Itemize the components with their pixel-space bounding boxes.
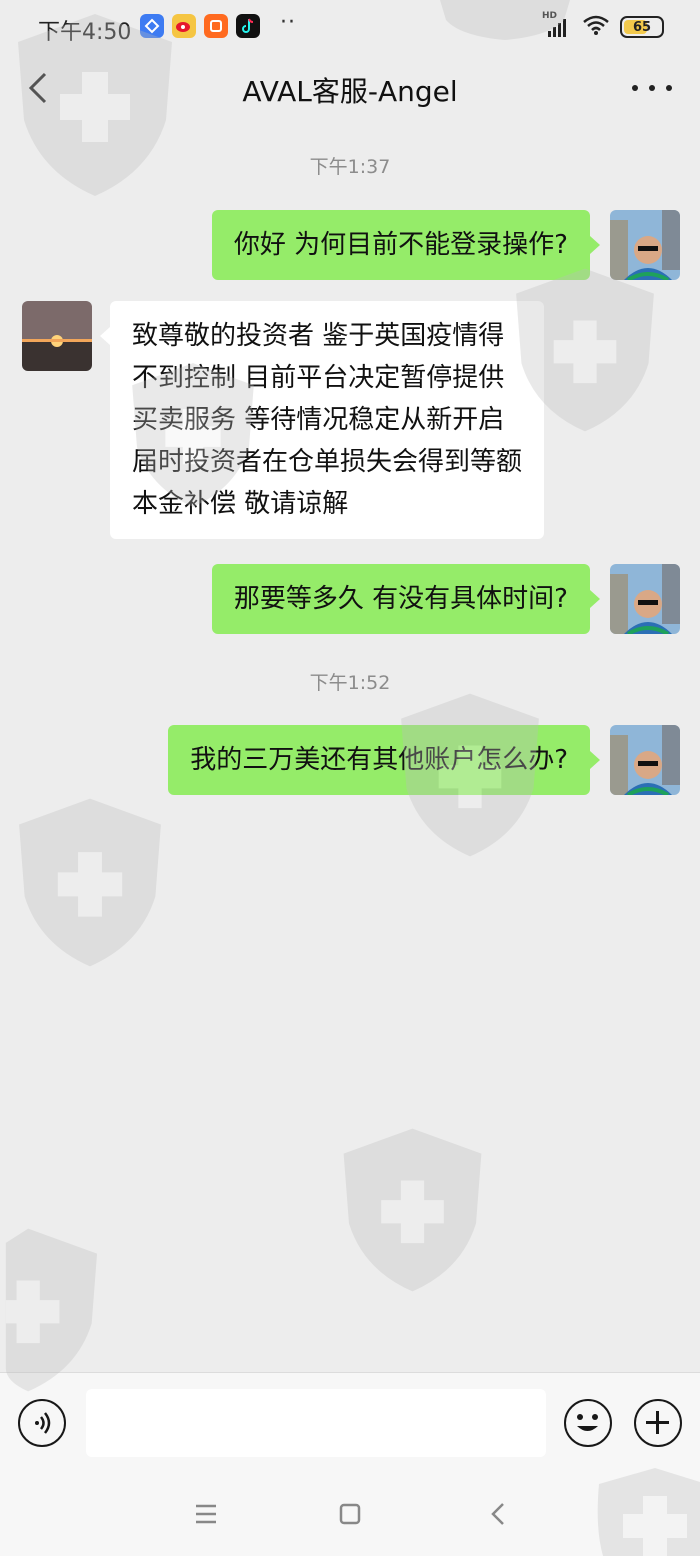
message-text: 那要等多久 有没有具体时间? <box>233 584 568 614</box>
timestamp: 下午1:37 <box>309 156 391 178</box>
bubble-tail <box>590 751 600 769</box>
plus-icon <box>646 1411 669 1434</box>
chat-header: AVAL客服-Angel <box>0 56 700 124</box>
message-line: 买卖服务 等待情况稳定从新开启 <box>132 405 505 435</box>
bubble-tail <box>590 236 600 254</box>
emoji-button[interactable] <box>564 1399 612 1447</box>
sent-message-bubble[interactable]: 我的三万美还有其他账户怎么办? <box>168 725 590 795</box>
sent-message-bubble[interactable]: 那要等多久 有没有具体时间? <box>211 564 590 634</box>
signal-icon: HD <box>542 11 572 39</box>
message-line: 不到控制 目前平台决定暂停提供 <box>132 363 505 393</box>
watermark-shield-icon <box>19 798 161 967</box>
weibo-icon <box>172 14 196 38</box>
timestamp: 下午1:52 <box>309 672 391 694</box>
my-avatar[interactable] <box>610 210 680 280</box>
system-navigation-bar <box>0 1472 700 1556</box>
message-input-bar <box>0 1372 700 1472</box>
message-line: 本金补偿 敬请谅解 <box>132 489 349 519</box>
wifi-icon <box>582 14 610 40</box>
plus-button[interactable] <box>634 1399 682 1447</box>
message-line: 届时投资者在仓单损失会得到等额 <box>132 447 523 477</box>
tiktok-icon <box>236 14 260 38</box>
bubble-tail <box>100 327 110 345</box>
orange-app-icon <box>204 14 228 38</box>
more-notifications: ·· <box>280 10 296 35</box>
message-text: 我的三万美还有其他账户怎么办? <box>190 745 568 775</box>
message-input[interactable] <box>86 1389 546 1457</box>
voice-icon <box>35 1412 51 1434</box>
message-text: 你好 为何目前不能登录操作? <box>233 230 568 260</box>
chat-title: AVAL客服-Angel <box>242 75 458 108</box>
menu-icon <box>196 1504 216 1524</box>
message-line: 致尊敬的投资者 鉴于英国疫情得 <box>132 321 505 351</box>
dot-icon <box>632 85 638 91</box>
blue-app-icon <box>140 14 164 38</box>
my-avatar[interactable] <box>610 564 680 634</box>
emoji-icon <box>577 1414 598 1431</box>
status-bar: 下午4:50 ·· HD 65 <box>0 0 700 56</box>
watermark-shield-icon <box>5 1228 98 1392</box>
home-icon <box>339 1503 361 1525</box>
bubble-tail <box>590 590 600 608</box>
contact-avatar[interactable] <box>22 301 92 371</box>
watermark-shield-icon <box>343 1128 482 1292</box>
received-message-bubble[interactable]: 致尊敬的投资者 鉴于英国疫情得 不到控制 目前平台决定暂停提供 买卖服务 等待情… <box>110 301 545 539</box>
dot-icon <box>649 85 655 91</box>
battery-level: 65 <box>632 19 652 35</box>
back-icon <box>491 1503 504 1525</box>
battery-icon: 65 <box>620 16 664 38</box>
recent-apps-button[interactable] <box>186 1494 226 1534</box>
more-options-button[interactable] <box>632 78 672 98</box>
voice-button[interactable] <box>18 1399 66 1447</box>
dot-icon <box>666 85 672 91</box>
sent-message-bubble[interactable]: 你好 为何目前不能登录操作? <box>211 210 590 280</box>
home-button[interactable] <box>330 1494 370 1534</box>
status-time: 下午4:50 <box>38 20 132 45</box>
my-avatar[interactable] <box>610 725 680 795</box>
back-nav-button[interactable] <box>478 1494 518 1534</box>
